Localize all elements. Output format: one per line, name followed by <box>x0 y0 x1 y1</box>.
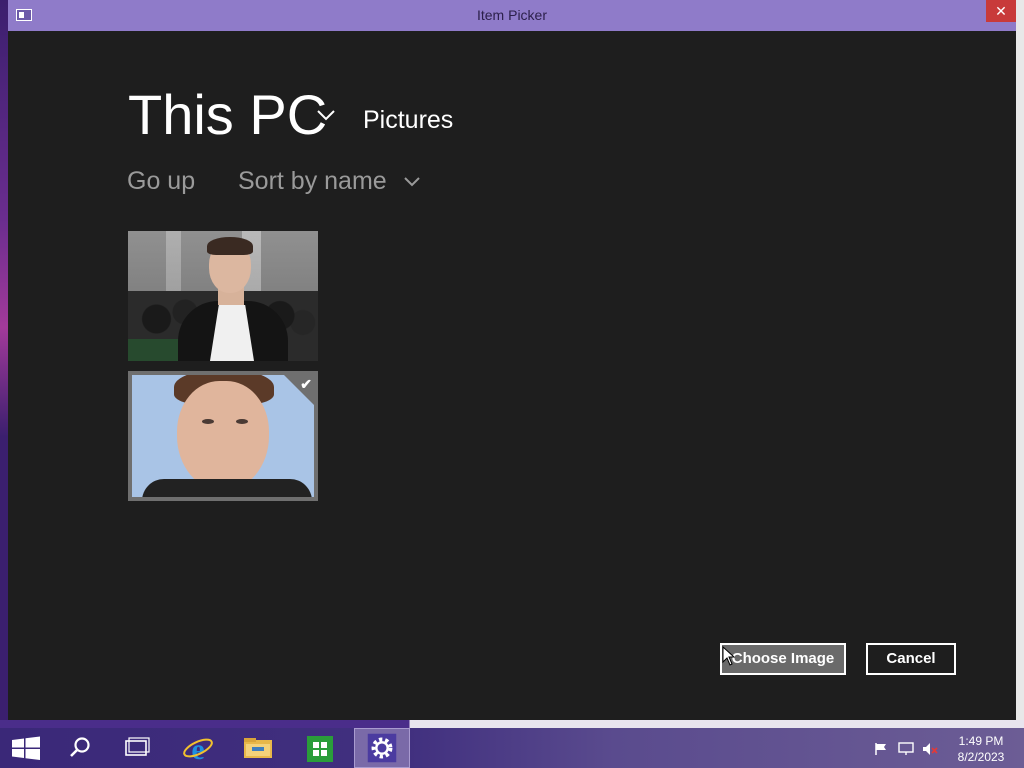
file-explorer-icon[interactable] <box>230 728 286 768</box>
location-chevron-down-icon[interactable] <box>315 106 337 124</box>
choose-image-button[interactable]: Choose Image <box>720 643 846 675</box>
system-clock[interactable]: 1:49 PM 8/2/2023 <box>948 733 1014 765</box>
cancel-button[interactable]: Cancel <box>866 643 956 675</box>
checkmark-icon: ✔ <box>300 376 312 392</box>
task-view-icon[interactable] <box>108 728 164 768</box>
action-center-flag-icon[interactable] <box>874 742 888 756</box>
item-picker-window: Item Picker ✕ This PC Pictures Go up Sor… <box>8 0 1016 720</box>
search-icon[interactable] <box>52 728 108 768</box>
desktop-background-bottom <box>0 720 1024 728</box>
internet-explorer-icon[interactable]: e <box>170 728 226 768</box>
desktop-background-right <box>1016 0 1024 728</box>
photo-eye <box>202 419 214 424</box>
windows-start-icon[interactable] <box>0 728 56 768</box>
photo-hair <box>207 237 253 255</box>
clock-time: 1:49 PM <box>958 734 1004 748</box>
taskbar: e 1:49 PM 8/2/2023 <box>0 728 1024 768</box>
current-folder-label: Pictures <box>363 106 454 134</box>
image-thumbnail-2-selected[interactable]: ✔ <box>128 371 318 501</box>
network-icon[interactable] <box>898 742 914 756</box>
clock-date: 8/2/2023 <box>957 750 1005 764</box>
store-icon[interactable] <box>292 728 348 768</box>
title-bar[interactable]: Item Picker ✕ <box>8 0 1016 31</box>
window-title: Item Picker <box>476 7 547 23</box>
photo-face <box>177 381 269 491</box>
svg-text:e: e <box>191 733 204 766</box>
mouse-cursor-icon <box>722 646 736 666</box>
image-thumbnail-1[interactable] <box>128 231 318 361</box>
go-up-link[interactable]: Go up <box>127 167 195 196</box>
sort-chevron-down-icon[interactable] <box>402 174 422 190</box>
desktop-background <box>0 0 8 728</box>
location-dropdown[interactable]: This PC <box>128 82 327 147</box>
settings-icon[interactable] <box>354 728 410 768</box>
sort-by-dropdown[interactable]: Sort by name <box>238 167 387 196</box>
photo-eye <box>236 419 248 424</box>
close-button[interactable]: ✕ <box>986 0 1016 22</box>
photo-shoulders <box>142 479 312 497</box>
volume-muted-icon[interactable] <box>922 741 938 757</box>
